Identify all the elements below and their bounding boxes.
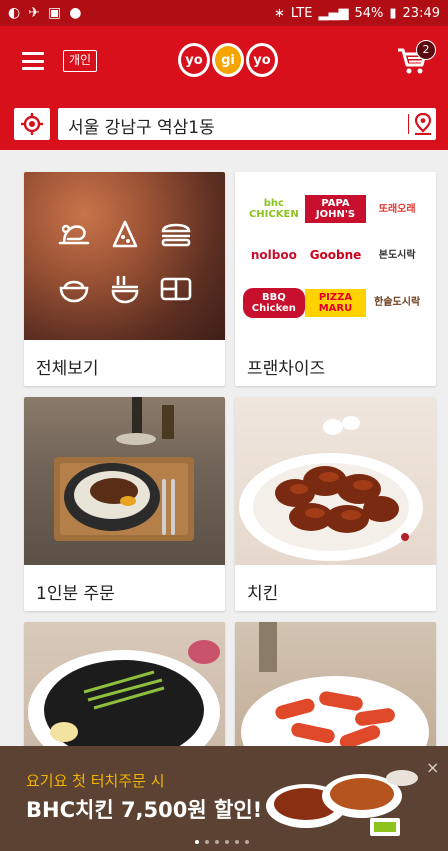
page-dot [225, 840, 229, 844]
category-card-franchise[interactable]: bhc CHICKEN PAPA JOHN'S 또래오래 nolboo Goob… [235, 172, 436, 386]
address-divider [408, 114, 409, 134]
category-card-single-serving[interactable]: 1인분 주문 [24, 397, 225, 611]
category-image [235, 622, 436, 760]
jajangmyeon-photo [28, 640, 220, 760]
brand-logo: bhc CHICKEN [243, 186, 305, 233]
map-pin-icon [414, 113, 432, 135]
brand-name: 또래오래 [378, 203, 416, 215]
food-icons [48, 206, 202, 316]
lunchbox-icon [151, 261, 202, 316]
yogiyo-logo[interactable]: yo gi yo [178, 38, 278, 82]
category-card-all[interactable]: 전체보기 [24, 172, 225, 386]
page-dot [245, 840, 249, 844]
rice-bowl-icon [48, 261, 99, 316]
menu-icon[interactable] [22, 52, 44, 70]
logo-syllable: yo [246, 43, 278, 77]
brand-name: 한솥도시락 [374, 297, 421, 309]
category-image: bhc CHICKEN PAPA JOHN'S 또래오래 nolboo Goob… [235, 172, 436, 340]
category-card-chicken[interactable]: 치킨 [235, 397, 436, 611]
address-bar: 서울 강남구 역삼1동 [0, 98, 448, 150]
burger-icon [151, 206, 202, 261]
address-text: 서울 강남구 역삼1동 [68, 118, 215, 138]
battery-percent: 54% [354, 5, 384, 21]
category-image [24, 397, 225, 565]
promo-page-indicator [195, 840, 249, 844]
cart-count-badge: 2 [416, 40, 436, 60]
address-input[interactable]: 서울 강남구 역삼1동 [58, 108, 436, 140]
logo-syllable: gi [212, 43, 244, 77]
pizza-icon [99, 206, 150, 261]
notification-icons: ◐ ✈ ▣ ● [8, 5, 81, 21]
page-dot [205, 840, 209, 844]
category-image [235, 397, 436, 565]
brand-logo: Goobne [305, 233, 367, 280]
brand-name: bhc CHICKEN [248, 198, 299, 221]
brand-name: nolboo [250, 248, 297, 263]
brand-logo: 또래오래 [366, 186, 428, 233]
noodle-icon [99, 261, 150, 316]
promo-chicken-illustration [266, 770, 418, 836]
brand-logo: 본도시락 [366, 233, 428, 280]
page-dot [235, 840, 239, 844]
page-dot [195, 840, 199, 844]
alert-notification-icon: ● [69, 5, 82, 21]
clock: 23:49 [402, 5, 440, 21]
brand-logo: nolboo [243, 233, 305, 280]
category-label: 프랜차이즈 [247, 359, 326, 379]
category-label: 전체보기 [36, 359, 99, 379]
page-dot [215, 840, 219, 844]
category-label: 치킨 [247, 584, 279, 604]
image-notification-icon: ▣ [47, 5, 62, 21]
app-notification-icon: ◐ [8, 5, 21, 21]
bluetooth-notification-icon: ✈ [28, 5, 40, 21]
category-grid: 전체보기 bhc CHICKEN PAPA JOHN'S 또래오래 nolboo… [0, 150, 448, 760]
system-status: ∗ LTE ▂▄▆ 54% ▮ 23:49 [274, 6, 440, 21]
brand-logo: PIZZA MARU [304, 279, 367, 326]
account-type-badge[interactable]: 개인 [63, 50, 98, 72]
brand-name: 본도시락 [378, 250, 416, 262]
brand-logo: PAPA JOHN'S [304, 186, 367, 233]
promo-title: BHC치킨 7,500원 할인! [26, 798, 263, 822]
status-bar: ◐ ✈ ▣ ● ∗ LTE ▂▄▆ 54% ▮ 23:49 [0, 0, 448, 26]
cart-button[interactable]: 2 [396, 40, 436, 80]
promo-subtitle: 요기요 첫 터치주문 시 [26, 772, 165, 790]
brand-name: PAPA JOHN'S [304, 195, 367, 224]
brand-logo: 한솥도시락 [366, 279, 428, 326]
chicken-photo [239, 416, 423, 561]
brand-name: Goobne [309, 248, 362, 263]
franchise-brand-logos: bhc CHICKEN PAPA JOHN'S 또래오래 nolboo Goob… [235, 172, 436, 340]
brand-logo: BBQ Chicken [243, 279, 305, 326]
app-header: 개인 yo gi yo 2 [0, 26, 448, 98]
category-card-chinese[interactable] [24, 622, 225, 760]
single-serving-meal-photo [54, 397, 194, 541]
battery-icon: ▮ [389, 5, 397, 21]
network-label: LTE [290, 5, 313, 21]
chicken-icon [48, 206, 99, 261]
category-image [24, 172, 225, 340]
current-location-button[interactable] [14, 108, 50, 140]
tteokbokki-photo [241, 622, 429, 760]
category-label: 1인분 주문 [36, 584, 115, 604]
brand-name: BBQ Chicken [243, 287, 305, 318]
logo-syllable: yo [178, 43, 210, 77]
bluetooth-icon: ∗ [273, 5, 285, 21]
category-image [24, 622, 225, 760]
close-icon[interactable]: × [426, 758, 439, 777]
signal-icon: ▂▄▆ [318, 5, 349, 21]
category-card-snack[interactable] [235, 622, 436, 760]
promo-banner[interactable]: 요기요 첫 터치주문 시 BHC치킨 7,500원 할인! × [0, 746, 448, 851]
map-pin-button[interactable] [412, 112, 434, 136]
brand-name: PIZZA MARU [304, 288, 367, 317]
crosshair-icon [21, 113, 43, 135]
